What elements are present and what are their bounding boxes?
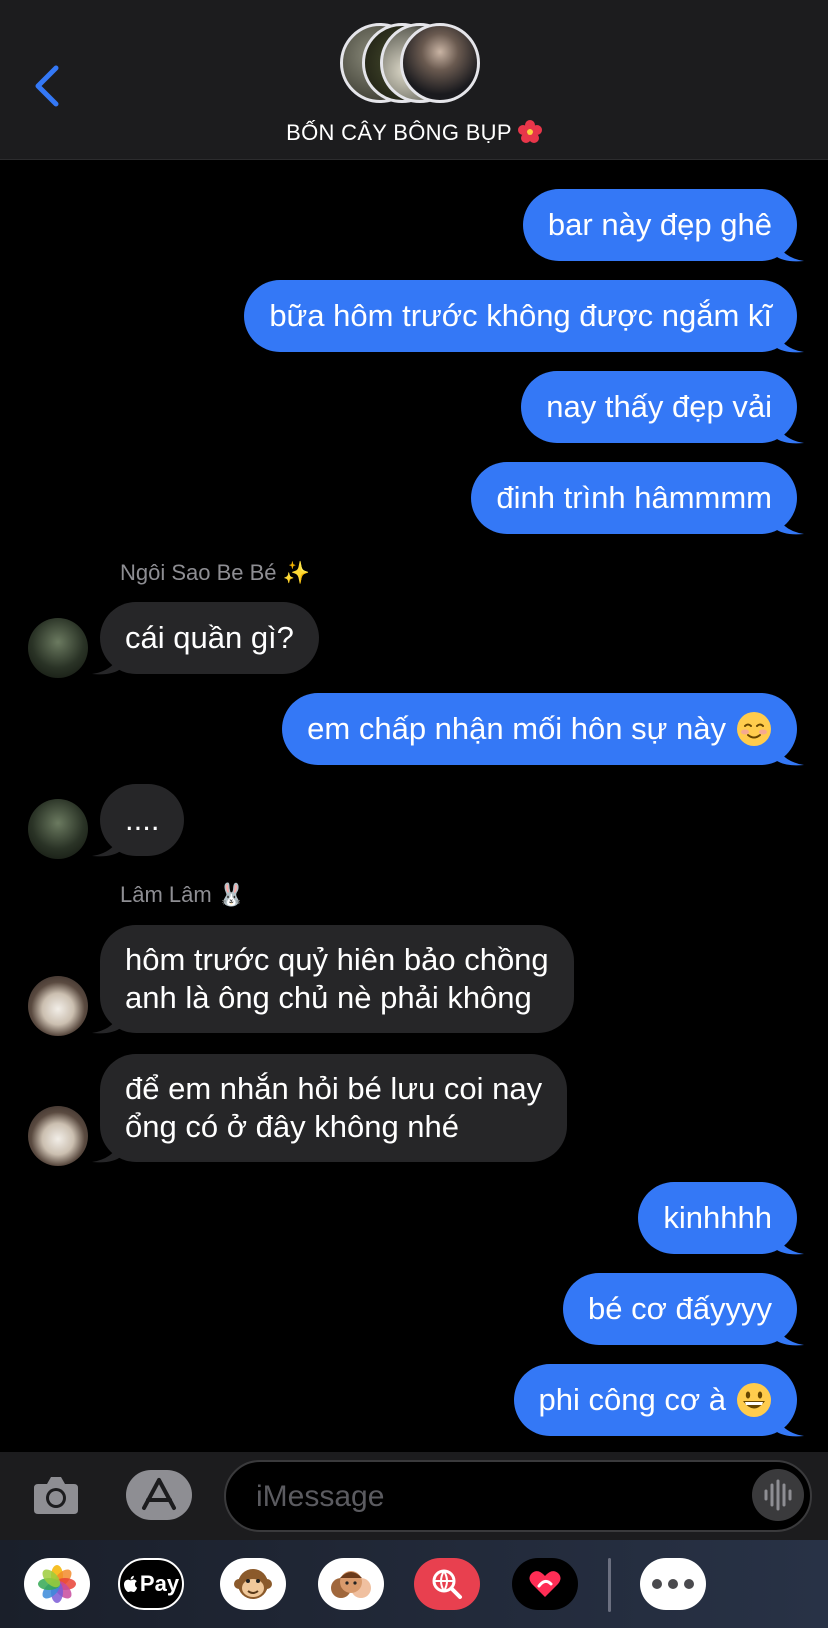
outgoing-message[interactable]: phi công cơ à — [513, 1364, 797, 1436]
compose-bar — [0, 1452, 828, 1540]
image-search-app-button[interactable] — [414, 1558, 480, 1610]
group-avatars[interactable] — [340, 23, 490, 109]
bubble-tail — [92, 1134, 122, 1163]
apple-pay-app-button[interactable]: Pay — [118, 1558, 184, 1610]
conversation-title-text: BỐN CÂY BÔNG BỤP — [286, 120, 512, 145]
apple-logo-icon — [123, 1575, 138, 1592]
incoming-message[interactable]: để em nhắn hỏi bé lưu coi nay ổng có ở đ… — [100, 1054, 568, 1162]
bubble-tail — [774, 324, 804, 353]
animoji-app-button[interactable] — [220, 1558, 286, 1610]
globe-search-icon — [432, 1569, 462, 1599]
conversation-title[interactable]: BỐN CÂY BÔNG BỤP — [0, 120, 828, 146]
message-input[interactable] — [254, 1462, 738, 1532]
back-chevron-icon[interactable] — [30, 62, 66, 110]
message-text: cái quần gì? — [125, 620, 294, 655]
message-text: bữa hôm trước không được ngắm kĩ — [269, 298, 772, 333]
message-text: đinh trình hâmmmm — [496, 480, 772, 515]
heart-touch-icon — [529, 1571, 561, 1597]
monkey-face-icon — [234, 1569, 272, 1599]
message-text: .... — [125, 802, 160, 837]
app-drawer-divider — [608, 1558, 611, 1612]
apple-pay-label: Pay — [123, 1571, 179, 1597]
app-store-icon — [142, 1478, 176, 1510]
memoji-stickers-icon — [331, 1571, 371, 1598]
message-text-line: anh là ông chủ nè phải không — [125, 980, 532, 1015]
sender-avatar[interactable] — [28, 976, 88, 1036]
app-store-button[interactable] — [126, 1470, 192, 1520]
bubble-tail — [774, 233, 804, 262]
message-input-field[interactable] — [224, 1460, 812, 1532]
message-text-line: để em nhắn hỏi bé lưu coi nay — [125, 1071, 543, 1106]
smiling-face-emoji-icon — [737, 712, 771, 746]
outgoing-message[interactable]: bữa hôm trước không được ngắm kĩ — [244, 280, 797, 352]
bubble-tail — [774, 415, 804, 444]
message-text: bar này đẹp ghê — [547, 207, 772, 242]
bubble-tail — [774, 1226, 804, 1255]
memoji-app-button[interactable] — [318, 1558, 384, 1610]
message-text: nay thấy đẹp vải — [546, 389, 772, 424]
bubble-tail — [774, 1408, 804, 1437]
message-text: kinhhhh — [663, 1200, 772, 1235]
sender-avatar[interactable] — [28, 799, 88, 859]
outgoing-message[interactable]: em chấp nhận mối hôn sự này — [282, 693, 797, 765]
more-apps-button[interactable] — [640, 1558, 706, 1610]
photos-app-button[interactable] — [24, 1558, 90, 1610]
outgoing-message[interactable]: nay thấy đẹp vải — [521, 371, 797, 443]
outgoing-message[interactable]: bar này đẹp ghê — [522, 189, 797, 261]
message-text-line: ổng có ở đây không nhé — [125, 1109, 460, 1144]
apple-pay-text: Pay — [139, 1571, 180, 1596]
sender-avatar[interactable] — [28, 618, 88, 678]
message-text: em chấp nhận mối hôn sự này — [307, 711, 726, 746]
waveform-icon — [764, 1479, 792, 1511]
sender-avatar[interactable] — [28, 1106, 88, 1166]
hibiscus-icon — [517, 120, 542, 143]
message-text: phi công cơ à — [538, 1382, 727, 1417]
outgoing-message[interactable]: bé cơ đấyyyy — [562, 1273, 797, 1345]
bubble-tail — [92, 646, 122, 675]
digital-touch-app-button[interactable] — [512, 1558, 578, 1610]
bubble-tail — [92, 1005, 122, 1034]
grinning-face-emoji-icon — [737, 1383, 771, 1417]
photos-icon — [38, 1565, 76, 1603]
sender-name: Ngôi Sao Be Bé ✨ — [120, 560, 311, 585]
bubble-tail — [774, 1317, 804, 1346]
audio-message-button[interactable] — [752, 1469, 804, 1521]
message-text: bé cơ đấyyyy — [587, 1291, 772, 1326]
group-member-avatar — [400, 23, 480, 103]
outgoing-message[interactable]: đinh trình hâmmmm — [471, 462, 797, 534]
incoming-message[interactable]: cái quần gì? — [100, 602, 319, 674]
imessage-app-drawer: Pay — [0, 1540, 828, 1628]
incoming-message[interactable]: hôm trước quỷ hiên bảo chồng anh là ông … — [100, 925, 574, 1033]
ellipsis-icon — [652, 1579, 694, 1589]
bubble-tail — [92, 828, 122, 857]
message-text-line: hôm trước quỷ hiên bảo chồng — [125, 942, 549, 977]
sender-name: Lâm Lâm 🐰 — [120, 882, 246, 907]
bubble-tail — [774, 506, 804, 535]
conversation-header: BỐN CÂY BÔNG BỤP — [0, 0, 828, 160]
camera-icon[interactable] — [32, 1472, 80, 1518]
bubble-tail — [774, 737, 804, 766]
